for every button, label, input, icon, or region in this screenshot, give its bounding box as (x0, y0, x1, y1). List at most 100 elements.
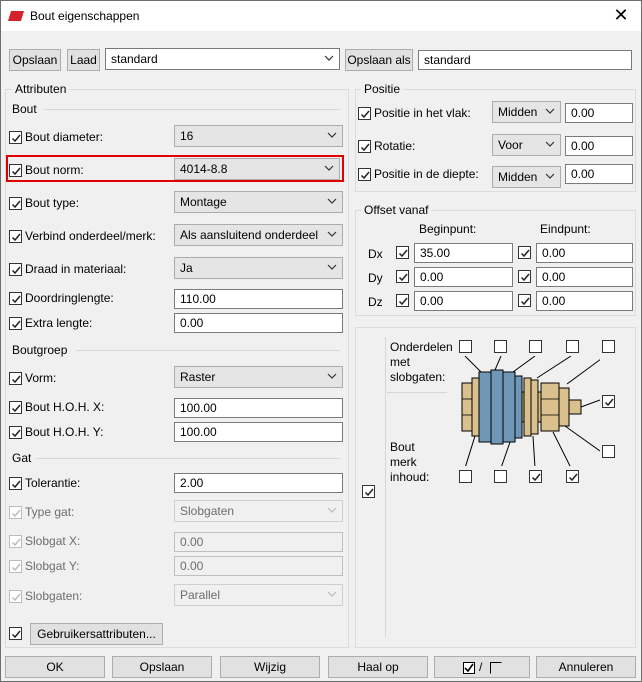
apply-button[interactable]: Opslaan (112, 656, 212, 678)
get-button[interactable]: Haal op (328, 656, 428, 678)
check-icon (398, 297, 408, 306)
separator (44, 109, 340, 110)
slotted-part-2-checkbox[interactable] (494, 340, 507, 353)
slots-value: Parallel (180, 588, 221, 602)
rotation-offset-field[interactable]: 0.00 (565, 136, 633, 156)
slotted-part-4-checkbox[interactable] (566, 340, 579, 353)
check-icon (398, 249, 408, 258)
separator (385, 337, 386, 637)
hoh-y-checkbox[interactable] (9, 426, 22, 439)
preset-dropdown[interactable]: standard (105, 48, 340, 70)
penetration-field[interactable]: 110.00 (174, 289, 343, 309)
save-as-button[interactable]: Opslaan als (345, 49, 413, 71)
user-attrs-checkbox[interactable] (9, 627, 22, 640)
extra-checkbox[interactable] (9, 317, 22, 330)
tolerance-checkbox[interactable] (9, 477, 22, 490)
type-dropdown[interactable]: Montage (174, 191, 343, 213)
assembly-label: inhoud: (390, 470, 430, 484)
check-icon (360, 143, 370, 152)
connect-checkbox[interactable] (9, 230, 22, 243)
check-icon (520, 249, 530, 258)
depth-dropdown[interactable]: Midden (492, 166, 561, 188)
check-icon (11, 593, 21, 602)
bolt-head-checkbox[interactable] (602, 395, 615, 408)
modify-button[interactable]: Wijzig (220, 656, 320, 678)
separator (387, 392, 447, 393)
slotted-part-1-checkbox[interactable] (459, 340, 472, 353)
hoh-x-field[interactable]: 100.00 (174, 398, 343, 418)
assembly-nut-checkbox[interactable] (566, 470, 579, 483)
offset-row-label: Dz (368, 295, 383, 309)
hoh-x-checkbox[interactable] (9, 401, 22, 414)
check-icon (11, 404, 21, 413)
depth-value: Midden (498, 170, 538, 184)
connect-dropdown[interactable]: Als aansluitend onderdeel (174, 224, 343, 246)
thread-checkbox[interactable] (9, 263, 22, 276)
type-checkbox[interactable] (9, 197, 22, 210)
hole-type-dropdown: Slobgaten (174, 500, 343, 522)
shape-checkbox[interactable] (9, 372, 22, 385)
dy-end-checkbox[interactable] (518, 270, 531, 283)
extra-field[interactable]: 0.00 (174, 313, 343, 333)
check-icon (11, 233, 21, 242)
chevron-down-icon (324, 55, 334, 61)
dz-end-field[interactable]: 0.00 (536, 291, 633, 311)
plane-dropdown[interactable]: Midden (492, 101, 561, 123)
save-as-field[interactable]: standard (418, 50, 632, 70)
rotation-dropdown[interactable]: Voor (492, 134, 561, 156)
toggle-all-button[interactable]: / (434, 656, 530, 678)
slots-dropdown: Parallel (174, 584, 343, 606)
user-attributes-button[interactable]: Gebruikersattributen... (30, 623, 163, 645)
penetration-label: Doordringlengte: (25, 291, 114, 305)
slotted-part-3-checkbox[interactable] (529, 340, 542, 353)
offset-start-header: Beginpunt: (419, 222, 477, 236)
diameter-checkbox[interactable] (9, 131, 22, 144)
check-icon (604, 398, 614, 407)
slot-y-label: Slobgat Y: (25, 559, 80, 573)
load-preset-button[interactable]: Laad (67, 49, 100, 71)
thread-dropdown[interactable]: Ja (174, 257, 343, 279)
dz-start-field[interactable]: 0.00 (414, 291, 513, 311)
plane-offset-field[interactable]: 0.00 (565, 103, 633, 123)
dy-start-field[interactable]: 0.00 (414, 267, 513, 287)
cancel-button[interactable]: Annuleren (536, 656, 636, 678)
assembly-all-checkbox[interactable] (362, 485, 375, 498)
depth-offset-field[interactable]: 0.00 (565, 164, 633, 184)
check-icon (11, 266, 21, 275)
shape-dropdown[interactable]: Raster (174, 366, 343, 388)
bolt-end-checkbox[interactable] (602, 445, 615, 458)
close-icon[interactable]: ✕ (610, 4, 632, 26)
assembly-washer1-checkbox[interactable] (494, 470, 507, 483)
dy-start-checkbox[interactable] (396, 270, 409, 283)
dx-end-field[interactable]: 0.00 (536, 243, 633, 263)
parts-label: Onderdelen (390, 340, 453, 354)
depth-checkbox[interactable] (358, 168, 371, 181)
penetration-checkbox[interactable] (9, 292, 22, 305)
check-icon (11, 480, 21, 489)
tolerance-field[interactable]: 2.00 (174, 473, 343, 493)
check-icon (568, 473, 578, 482)
save-preset-button[interactable]: Opslaan (9, 49, 61, 71)
dx-start-field[interactable]: 35.00 (414, 243, 513, 263)
dz-end-checkbox[interactable] (518, 294, 531, 307)
dz-start-checkbox[interactable] (396, 294, 409, 307)
dx-start-checkbox[interactable] (396, 246, 409, 259)
ok-button[interactable]: OK (5, 656, 105, 678)
assembly-washer2-checkbox[interactable] (529, 470, 542, 483)
rotation-checkbox[interactable] (358, 140, 371, 153)
dx-end-checkbox[interactable] (518, 246, 531, 259)
diameter-dropdown[interactable]: 16 (174, 125, 343, 147)
norm-dropdown[interactable]: 4014-8.8 (174, 158, 340, 180)
thread-value: Ja (180, 261, 193, 275)
slot-x-field: 0.00 (174, 532, 343, 552)
hoh-x-label: Bout H.O.H. X: (25, 400, 105, 414)
check-icon (11, 200, 21, 209)
norm-checkbox[interactable] (9, 164, 22, 177)
connect-label: Verbind onderdeel/merk: (25, 229, 156, 243)
dy-end-field[interactable]: 0.00 (536, 267, 633, 287)
slots-label: Slobgaten: (25, 589, 83, 603)
hoh-y-field[interactable]: 100.00 (174, 422, 343, 442)
assembly-bolt-checkbox[interactable] (459, 470, 472, 483)
slotted-part-5-checkbox[interactable] (602, 340, 615, 353)
plane-checkbox[interactable] (358, 107, 371, 120)
